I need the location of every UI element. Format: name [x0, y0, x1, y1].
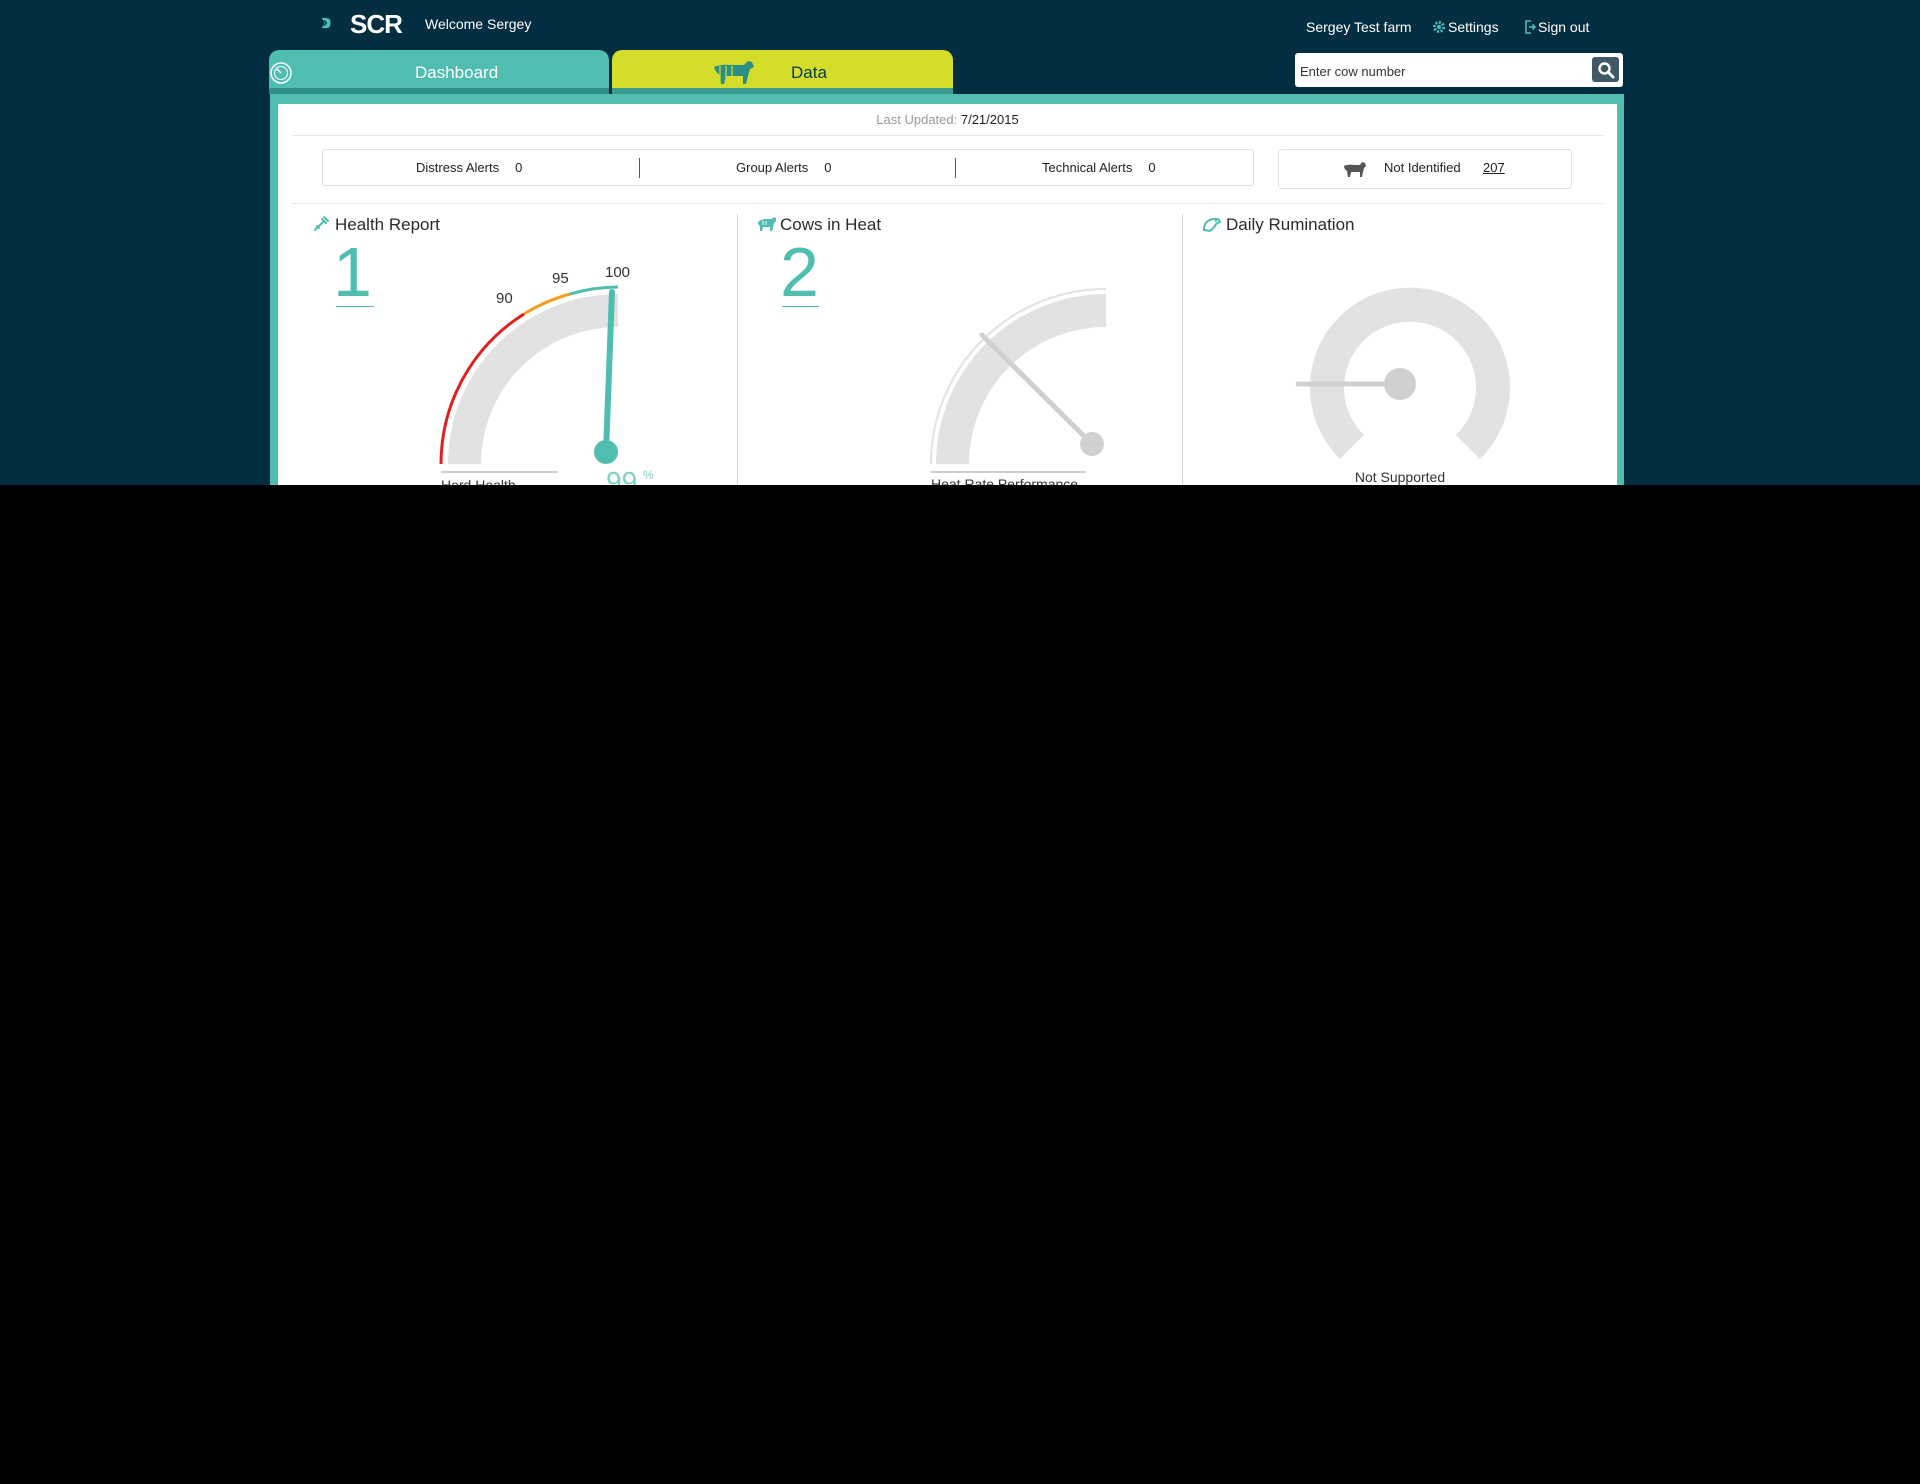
heat-icon	[757, 216, 777, 237]
health-report-count[interactable]: 1	[333, 232, 374, 312]
tab-dashboard-label: Dashboard	[415, 63, 499, 82]
scr-logo[interactable]	[321, 7, 349, 39]
signout-label: Sign out	[1538, 19, 1590, 35]
settings-link[interactable]: Settings	[1432, 19, 1499, 37]
rumination-status: Not Supported	[1355, 469, 1445, 485]
divider	[292, 135, 1603, 136]
search-button[interactable]	[1592, 57, 1619, 82]
group-alerts-count: 0	[824, 160, 832, 175]
tab-data-label: Data	[791, 63, 827, 82]
tick-label: 90	[496, 290, 513, 307]
distress-alerts-count: 0	[515, 160, 523, 175]
herd-health-label: Herd Health	[441, 477, 516, 485]
not-identified-label: Not Identified	[1384, 160, 1461, 175]
last-updated-label: Last Updated:	[876, 112, 958, 127]
alert-separator	[955, 158, 956, 178]
gauge-needle-hub	[1080, 432, 1104, 456]
herd-health-value: 99	[606, 466, 637, 485]
technical-alerts-count: 0	[1148, 160, 1156, 175]
widget-separator	[1182, 214, 1183, 485]
divider	[292, 203, 1603, 204]
gauge-needle	[979, 332, 1095, 447]
gauge-band	[448, 294, 618, 464]
cows-in-heat-count-value: 2	[780, 233, 819, 311]
gauge-needle-hub	[594, 440, 618, 464]
technical-alerts-label: Technical Alerts	[1042, 160, 1133, 175]
logo-text: SCR	[350, 9, 403, 39]
cow-icon	[1343, 161, 1367, 183]
gauge-band	[936, 294, 1106, 464]
alerts-bar: Distress Alerts 0 Group Alerts 0 Technical…	[322, 149, 1254, 186]
search-icon	[1597, 61, 1615, 84]
dashboard-panel: Last Updated: 7/21/2015 Distress Alerts 0…	[278, 104, 1617, 485]
technical-alerts[interactable]: Technical Alerts 0	[1042, 160, 1156, 175]
cow-search	[1295, 53, 1623, 87]
group-alerts[interactable]: Group Alerts 0	[736, 160, 832, 175]
signout-icon	[1524, 19, 1537, 37]
dashboard-icon	[268, 60, 294, 91]
last-updated-value: 7/21/2015	[960, 112, 1019, 127]
not-identified-box: Not Identified 207	[1278, 149, 1572, 189]
tick-label: 95	[552, 270, 569, 287]
tick-label: 100	[605, 264, 630, 281]
heat-rate-gauge: Heat Rate Performance	[930, 288, 1107, 485]
app-window: SCR Welcome Sergey Sergey Test farm Sett…	[0, 0, 1920, 485]
last-updated: Last Updated: 7/21/2015	[278, 112, 1617, 127]
rumination-gauge: Not Supported	[1295, 287, 1510, 485]
not-identified-count[interactable]: 207	[1483, 160, 1505, 175]
count-underline	[336, 306, 374, 307]
cows-in-heat-count[interactable]: 2	[780, 232, 819, 312]
alert-separator	[639, 158, 640, 178]
heat-rate-label: Heat Rate Performance	[931, 476, 1078, 485]
gauge-needle-hub	[1384, 368, 1416, 400]
gear-icon	[1432, 20, 1446, 37]
settings-label: Settings	[1448, 19, 1499, 35]
daily-rumination-title: Daily Rumination	[1226, 215, 1355, 234]
cow-icon	[712, 58, 756, 91]
group-alerts-label: Group Alerts	[736, 160, 809, 175]
herd-health-gauge: 70 90 95 100 Herd Health 99 %	[439, 264, 654, 485]
count-underline	[782, 306, 819, 307]
welcome-text: Welcome Sergey	[425, 16, 532, 32]
syringe-icon	[312, 215, 330, 238]
distress-alerts[interactable]: Distress Alerts 0	[416, 160, 522, 175]
search-input[interactable]	[1298, 59, 1582, 83]
herd-health-unit: %	[643, 468, 654, 482]
farm-link[interactable]: Sergey Test farm	[1306, 19, 1412, 35]
signout-link[interactable]: Sign out	[1524, 19, 1589, 37]
distress-alerts-label: Distress Alerts	[416, 160, 500, 175]
health-report-count-value: 1	[333, 233, 372, 311]
rumination-icon	[1202, 216, 1222, 239]
